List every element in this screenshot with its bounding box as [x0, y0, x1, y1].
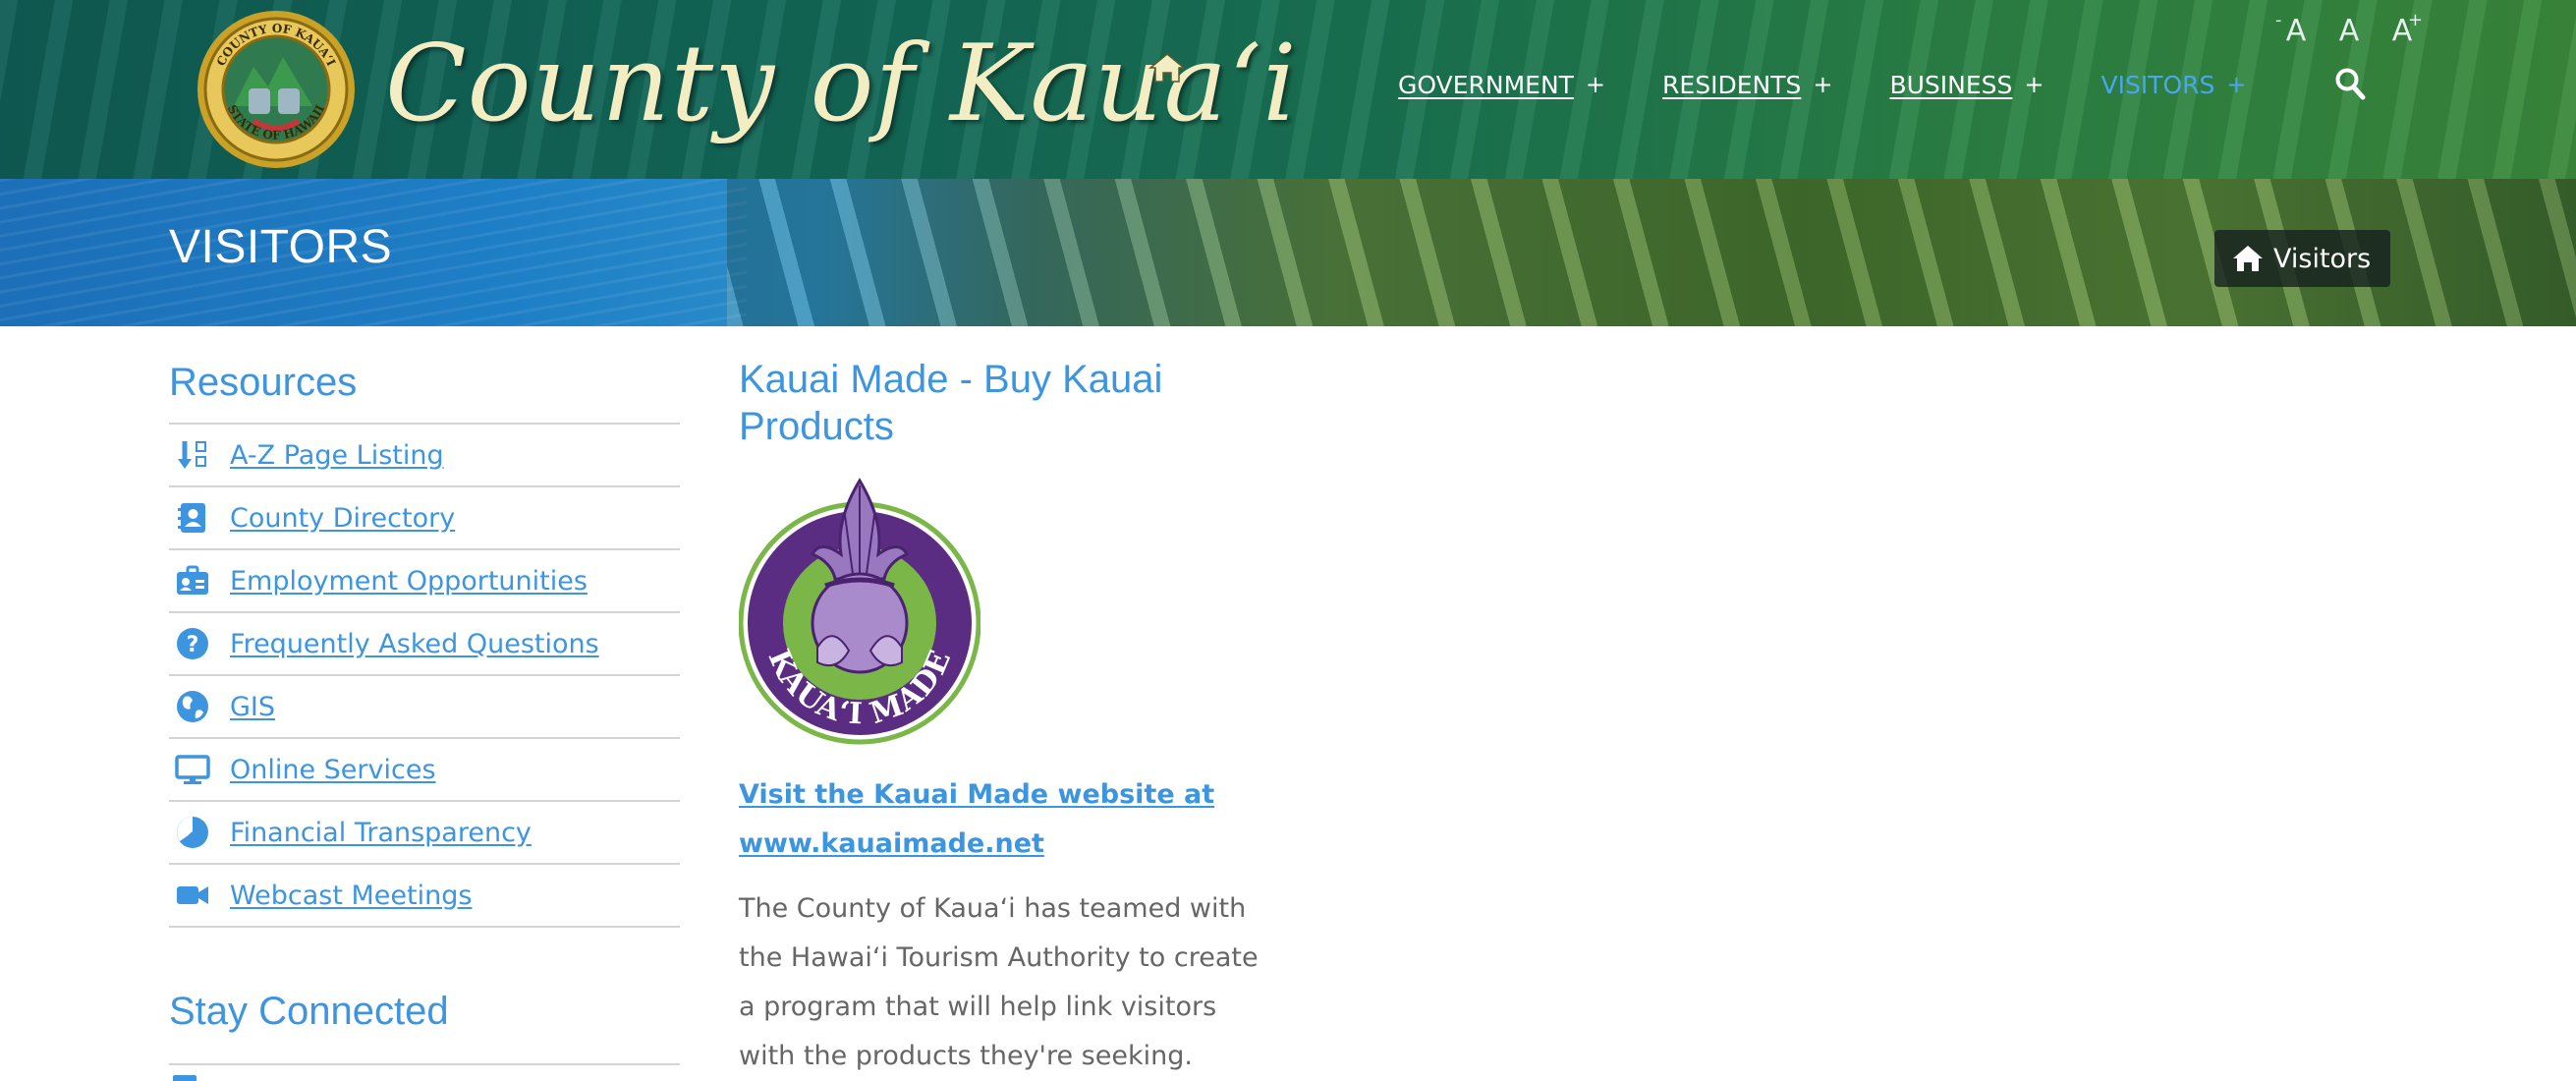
- page-banner: VISITORS Visitors: [0, 179, 2576, 326]
- svg-text:?: ?: [187, 633, 199, 657]
- contact-book-icon: [173, 1075, 196, 1081]
- main-content: Kauai Made - Buy Kauai Products KAUAʻI M…: [738, 326, 1269, 1081]
- list-item[interactable]: Webcast Meetings: [169, 865, 680, 928]
- nav-residents[interactable]: RESIDENTS +: [1662, 71, 1832, 99]
- font-decrease-button[interactable]: -A: [2269, 10, 2323, 53]
- list-item[interactable]: ? Frequently Asked Questions: [169, 613, 680, 676]
- main-nav: GOVERNMENT + RESIDENTS + BUSINESS + VISI…: [1398, 65, 2304, 104]
- list-item[interactable]: A-Z Page Listing: [169, 425, 680, 487]
- resource-link[interactable]: County Directory: [230, 503, 455, 534]
- page-title: VISITORS: [169, 221, 393, 273]
- resource-link[interactable]: Online Services: [230, 755, 436, 785]
- kauai-made-link[interactable]: Visit the Kauai Made website at www.kaua…: [739, 770, 1269, 869]
- article-title: Kauai Made - Buy Kauai Products: [739, 358, 1163, 448]
- home-icon: [2233, 246, 2263, 271]
- list-item[interactable]: County Directory: [169, 487, 680, 550]
- question-circle-icon: ?: [177, 628, 208, 659]
- divider: [169, 1063, 680, 1065]
- font-increase-button[interactable]: A +: [2376, 10, 2429, 53]
- globe-icon: [177, 691, 208, 722]
- nav-label[interactable]: GOVERNMENT: [1398, 71, 1574, 99]
- site-header: COUNTY OF KAUAʻI STATE OF HAWAII County …: [0, 0, 2576, 179]
- list-item[interactable]: GIS: [169, 676, 680, 739]
- resources-list: A-Z Page Listing County Directory Employ…: [169, 423, 680, 928]
- video-camera-icon: [177, 886, 208, 904]
- nav-visitors[interactable]: VISITORS +: [2100, 71, 2246, 99]
- sidebar: Resources A-Z Page Listing County Direct…: [169, 326, 680, 1081]
- monitor-icon: [175, 755, 210, 784]
- article-body: The County of Kauaʻi has teamed with the…: [739, 893, 1259, 1071]
- resource-link[interactable]: Frequently Asked Questions: [230, 629, 599, 659]
- sort-alpha-icon: [178, 441, 206, 469]
- county-seal-logo[interactable]: COUNTY OF KAUAʻI STATE OF HAWAII: [195, 8, 358, 171]
- expand-icon[interactable]: +: [2024, 71, 2044, 98]
- font-reset-button[interactable]: A: [2323, 14, 2376, 53]
- expand-icon[interactable]: +: [2226, 71, 2246, 98]
- font-size-controls: -A A A +: [2269, 10, 2429, 53]
- contact-book-icon: [178, 503, 205, 533]
- nav-label[interactable]: VISITORS: [2100, 71, 2214, 99]
- kauai-made-logo: KAUAʻI MADE: [738, 478, 981, 745]
- list-item[interactable]: Financial Transparency: [169, 802, 680, 865]
- home-icon[interactable]: [1148, 51, 1187, 85]
- list-item[interactable]: Online Services: [169, 739, 680, 802]
- resources-heading: Resources: [169, 361, 358, 404]
- resource-link[interactable]: A-Z Page Listing: [230, 440, 444, 471]
- stay-connected-heading: Stay Connected: [169, 990, 449, 1033]
- nav-business[interactable]: BUSINESS +: [1889, 71, 2044, 99]
- resource-link[interactable]: Webcast Meetings: [230, 881, 472, 911]
- breadcrumb[interactable]: Visitors: [2214, 230, 2391, 287]
- expand-icon[interactable]: +: [1586, 71, 1605, 98]
- nav-label[interactable]: BUSINESS: [1889, 71, 2012, 99]
- site-title[interactable]: County of Kauaʻi: [385, 16, 1298, 153]
- nav-government[interactable]: GOVERNMENT +: [1398, 71, 1605, 99]
- breadcrumb-label[interactable]: Visitors: [2273, 244, 2371, 274]
- resource-link[interactable]: Financial Transparency: [230, 818, 532, 848]
- resource-link[interactable]: Employment Opportunities: [230, 566, 588, 597]
- nav-label[interactable]: RESIDENTS: [1662, 71, 1801, 99]
- resource-link[interactable]: GIS: [230, 692, 275, 722]
- search-icon[interactable]: [2334, 67, 2366, 100]
- pie-chart-icon: [177, 817, 208, 848]
- expand-icon[interactable]: +: [1813, 71, 1832, 98]
- list-item[interactable]: Employment Opportunities: [169, 550, 680, 613]
- id-badge-icon: [177, 565, 208, 595]
